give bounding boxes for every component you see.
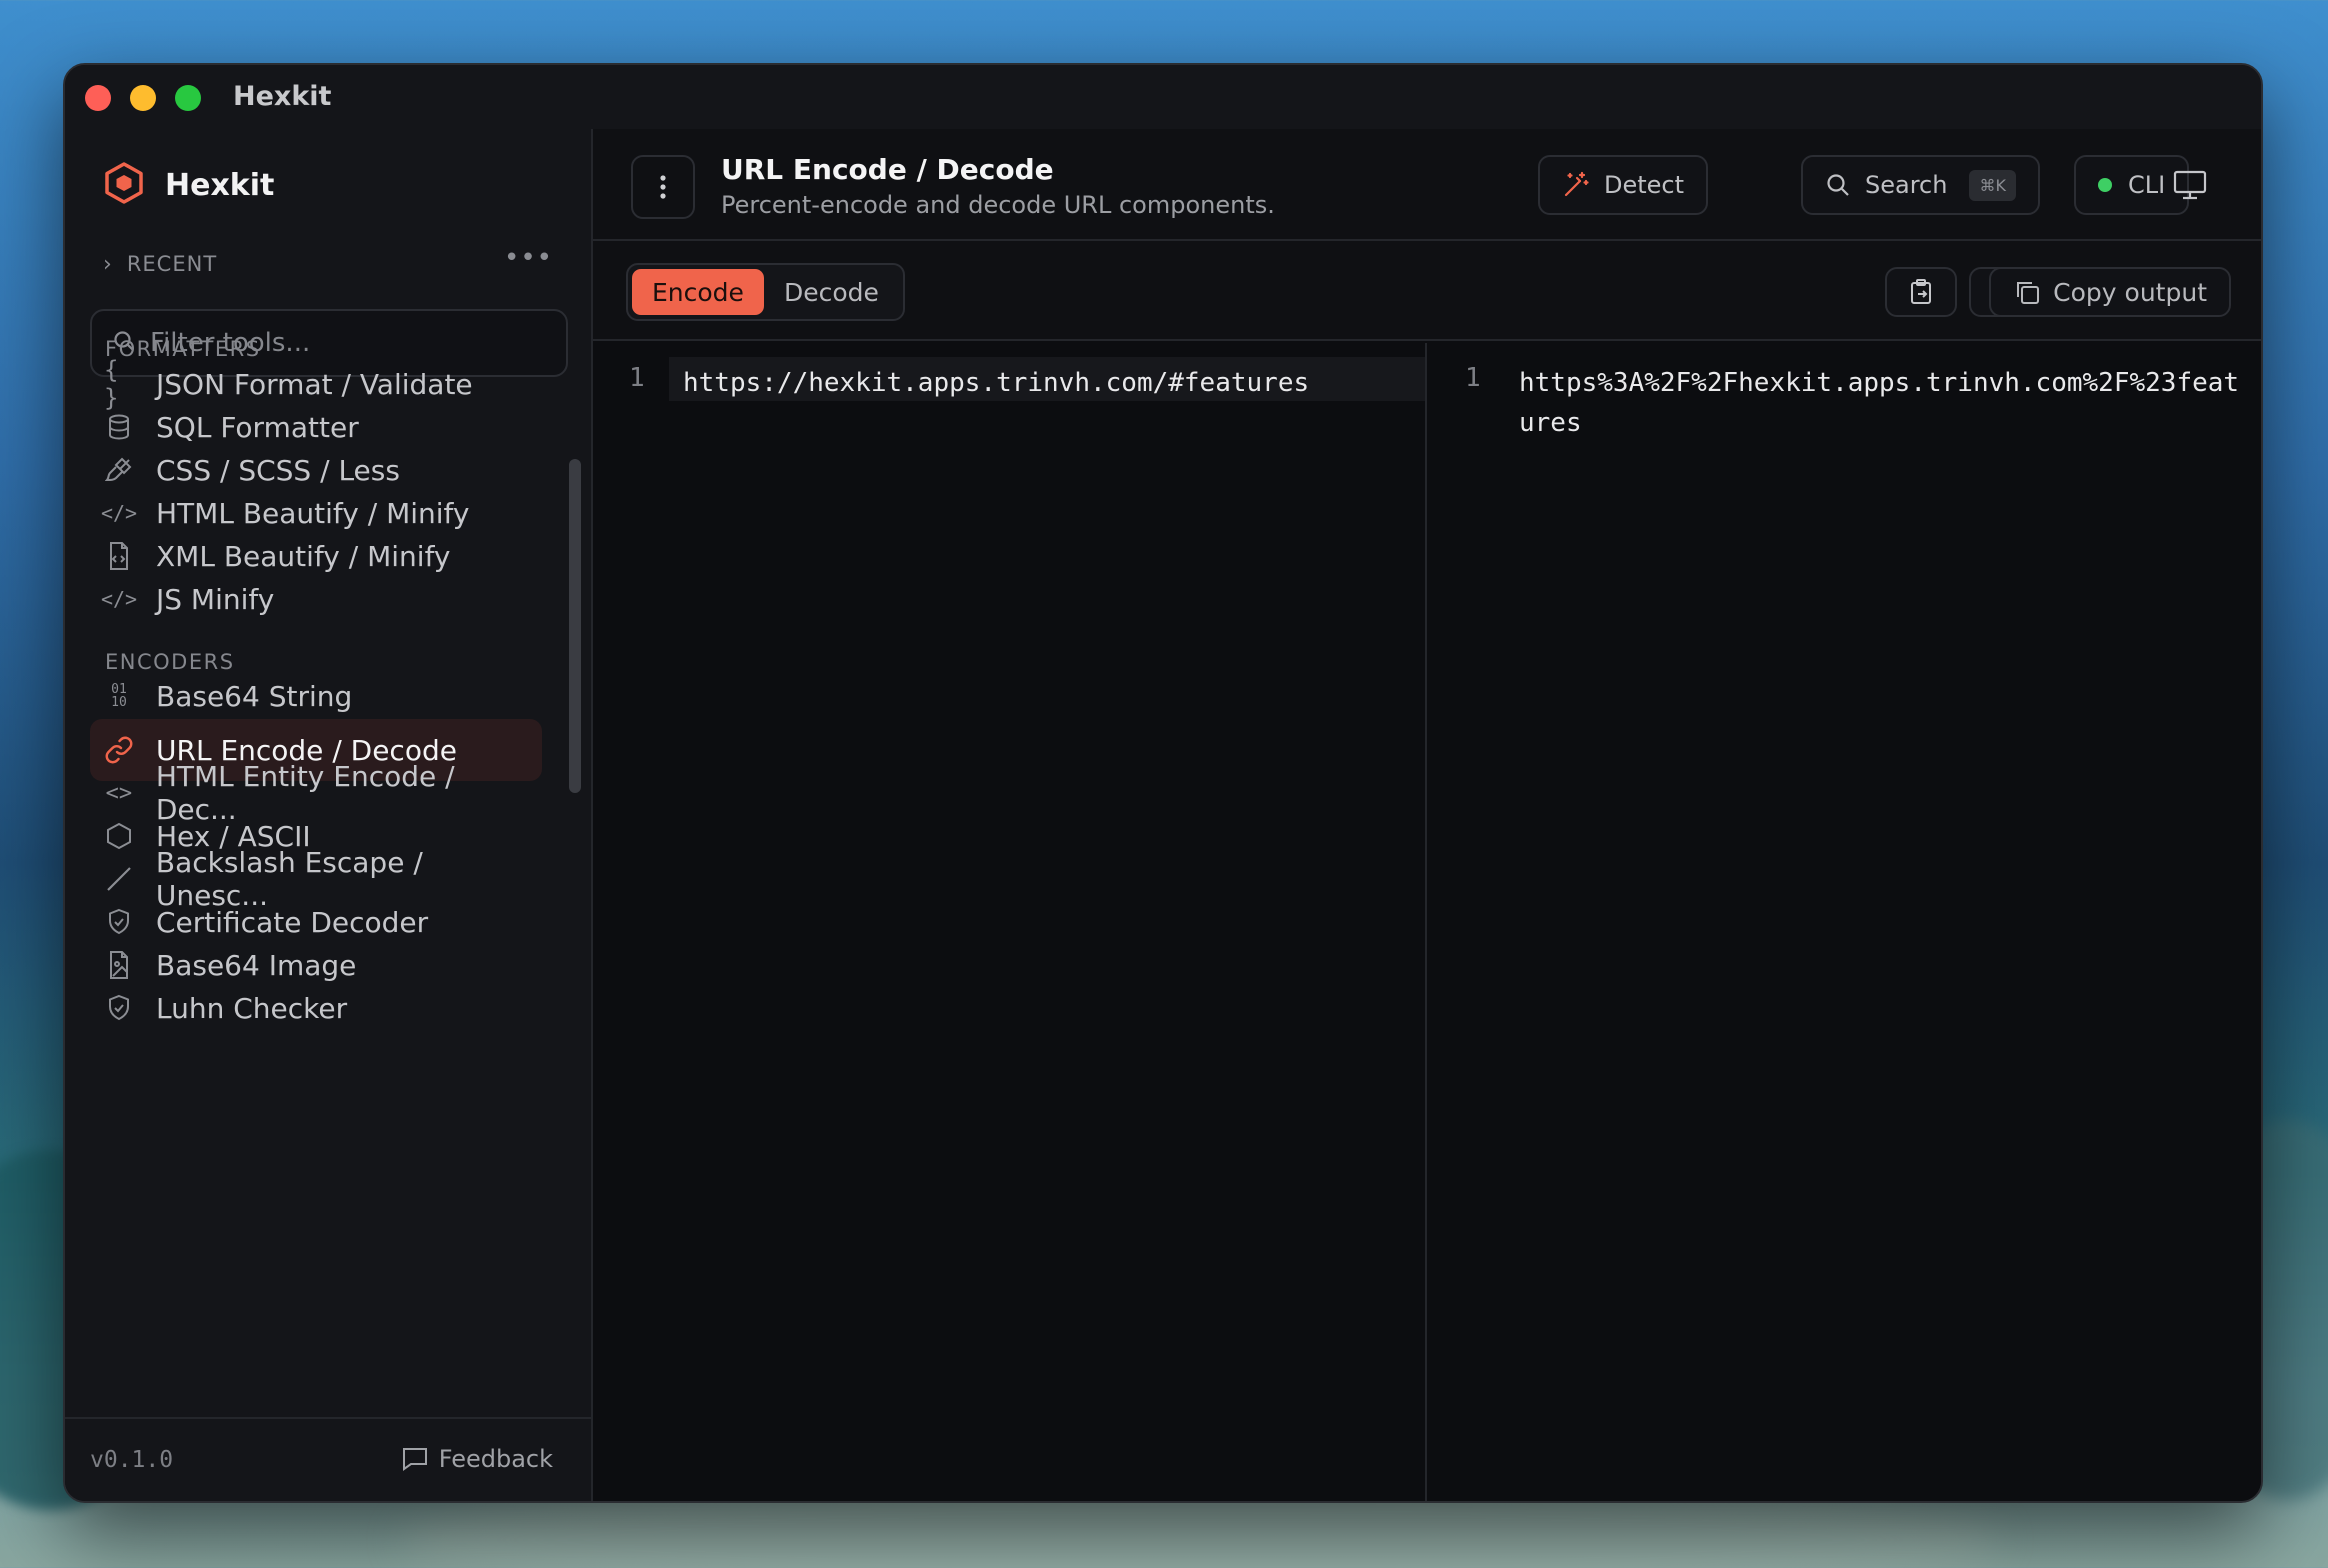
chevron-right-icon: ›	[103, 251, 113, 277]
output-line-number: 1	[1465, 363, 1481, 393]
page-subtitle: Percent-encode and decode URL components…	[721, 191, 1275, 219]
sidebar: Hexkit › RECENT ••• FORMATTERS { } JSON …	[65, 129, 593, 1501]
copy-output-label: Copy output	[2053, 277, 2207, 307]
hexkit-logo-icon	[103, 161, 145, 209]
slash-icon	[104, 864, 134, 894]
close-window-button[interactable]	[85, 85, 111, 111]
sidebar-item-luhn-checker[interactable]: Luhn Checker	[90, 977, 542, 1039]
tool-menu-button[interactable]	[631, 155, 695, 219]
detect-button[interactable]: Detect	[1538, 155, 1709, 215]
more-vertical-icon	[660, 175, 666, 199]
feedback-button[interactable]: Feedback	[401, 1445, 553, 1473]
hexagon-icon	[104, 821, 134, 851]
sidebar-item-base64-string[interactable]: 01 10 Base64 String	[90, 665, 542, 727]
copy-icon	[2017, 282, 2040, 304]
output-editor[interactable]: 1 https%3A%2F%2Fhexkit.apps.trinvh.com%2…	[1429, 343, 2261, 1501]
magic-wand-icon	[1564, 171, 1589, 197]
shield-check-icon	[104, 907, 134, 937]
brand[interactable]: Hexkit	[103, 161, 274, 209]
sidebar-scrollbar[interactable]	[569, 459, 581, 793]
sidebar-item-js-minify[interactable]: </> JS Minify	[90, 568, 542, 630]
version-label: v0.1.0	[90, 1447, 174, 1473]
copy-output-button[interactable]: Copy output	[1989, 267, 2231, 317]
title-bar: Hexkit	[65, 65, 2261, 129]
recent-label: RECENT	[126, 252, 218, 276]
app-window: Hexkit Hexkit › RECENT ••• FORMATTERS	[63, 63, 2263, 1503]
sidebar-item-label: Luhn Checker	[156, 991, 348, 1025]
message-square-icon	[402, 1448, 427, 1471]
paintbrush-icon	[104, 455, 134, 485]
paste-button[interactable]	[1885, 267, 1957, 317]
recent-section-toggle[interactable]: › RECENT •••	[103, 243, 553, 281]
code-icon: </>	[100, 587, 138, 611]
clipboard-paste-icon	[1911, 279, 1931, 304]
shield-check-icon	[104, 993, 134, 1023]
input-text[interactable]: https://hexkit.apps.trinvh.com/#features	[683, 363, 1309, 403]
zoom-window-button[interactable]	[175, 85, 201, 111]
sidebar-item-label: Base64 String	[156, 679, 353, 713]
code-icon: </>	[100, 501, 138, 525]
minimize-window-button[interactable]	[130, 85, 156, 111]
window-title: Hexkit	[233, 81, 332, 112]
decode-mode-button[interactable]: Decode	[764, 269, 899, 315]
page-title: URL Encode / Decode	[721, 153, 1054, 186]
database-icon	[104, 412, 134, 442]
search-shortcut-badge: ⌘K	[1969, 169, 2016, 201]
search-button[interactable]: Search ⌘K	[1801, 155, 2040, 215]
binary-icon: 01 10	[111, 682, 127, 710]
chevrons-code-icon: <>	[105, 780, 133, 806]
cli-status-button[interactable]: CLI	[2074, 155, 2190, 215]
link-icon	[104, 735, 134, 765]
braces-icon: { }	[104, 356, 119, 412]
input-line-number: 1	[629, 363, 645, 393]
cli-label: CLI	[2128, 171, 2166, 199]
output-text[interactable]: https%3A%2F%2Fhexkit.apps.trinvh.com%2F%…	[1519, 363, 2251, 443]
sidebar-item-label: JS Minify	[156, 582, 275, 616]
more-options-icon[interactable]: •••	[504, 243, 553, 273]
file-code-icon	[104, 541, 134, 571]
file-image-icon	[104, 950, 134, 980]
mode-toggle: Encode Decode	[626, 263, 905, 321]
main-panel: URL Encode / Decode Percent-encode and d…	[593, 129, 2261, 1501]
tool-header: URL Encode / Decode Percent-encode and d…	[593, 129, 2261, 241]
input-editor[interactable]: 1 https://hexkit.apps.trinvh.com/#featur…	[593, 343, 1427, 1501]
feedback-label: Feedback	[438, 1445, 553, 1473]
search-icon	[1827, 174, 1849, 196]
cli-status-indicator	[2098, 178, 2112, 192]
brand-name: Hexkit	[165, 167, 275, 203]
encode-mode-button[interactable]: Encode	[632, 269, 764, 315]
tool-toolbar: Encode Decode Copy output	[593, 241, 2261, 341]
search-label: Search	[1865, 171, 1948, 199]
sidebar-footer: v0.1.0 Feedback	[65, 1417, 591, 1501]
monitor-icon[interactable]	[2173, 169, 2207, 205]
detect-label: Detect	[1604, 171, 1685, 199]
